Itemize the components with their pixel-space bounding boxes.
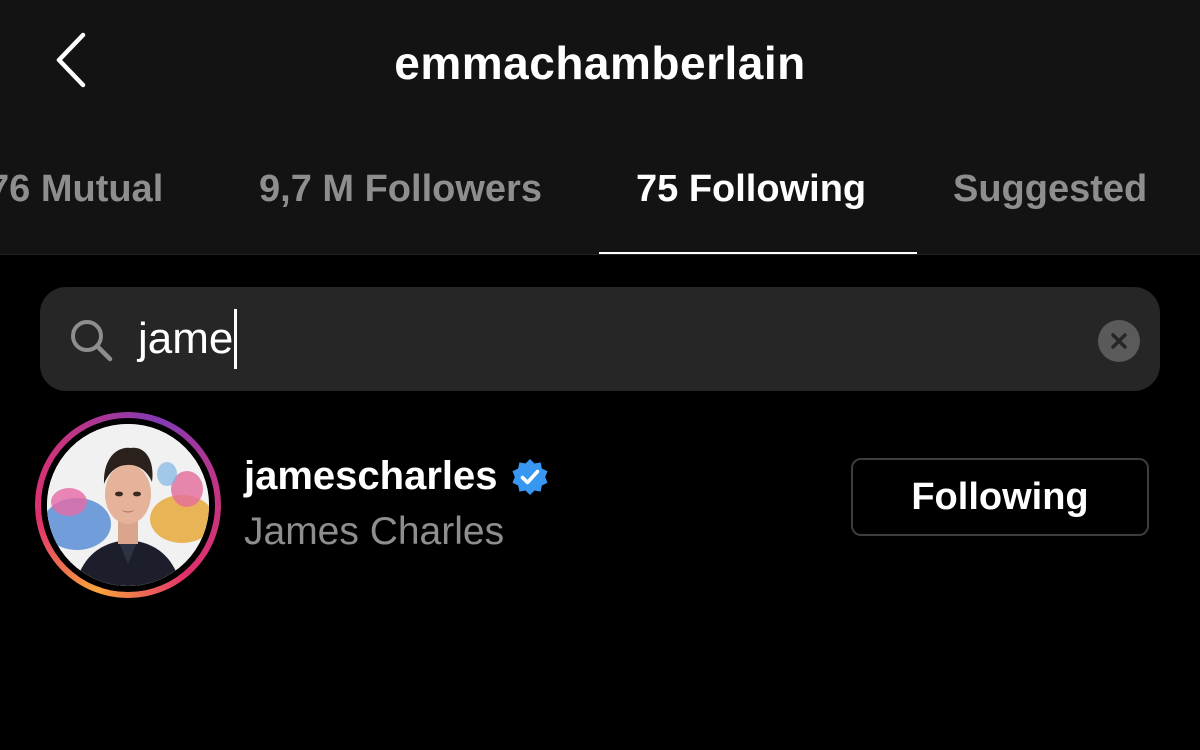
search-input-value: jame (138, 314, 234, 363)
divider (0, 254, 1200, 255)
tab-bar: 76 Mutual 9,7 M Followers 75 Following S… (0, 160, 1200, 255)
username-line: jamescharles (244, 454, 550, 499)
full-name: James Charles (244, 510, 505, 553)
avatar (47, 424, 209, 586)
tab-suggested[interactable]: Suggested (953, 168, 1147, 211)
verified-badge-icon (512, 458, 548, 495)
story-ring[interactable] (35, 412, 221, 598)
username[interactable]: jamescharles (244, 454, 498, 499)
tab-following[interactable]: 75 Following (636, 168, 866, 211)
search-input[interactable]: jame (138, 302, 238, 376)
tab-mutual[interactable]: 76 Mutual (0, 168, 163, 211)
page-title: emmachamberlain (394, 37, 806, 89)
list-item[interactable]: jamescharles James Charles Following (0, 410, 1200, 600)
clear-search-button[interactable] (1098, 320, 1140, 362)
search-icon (71, 320, 113, 362)
tab-followers[interactable]: 9,7 M Followers (259, 168, 542, 211)
text-cursor (234, 309, 238, 369)
top-bar: emmachamberlain 76 Mutual 9,7 M Follower… (0, 0, 1200, 255)
clear-icon (1111, 333, 1127, 349)
avatar-image (47, 424, 209, 586)
search-bar[interactable]: jame (40, 287, 1160, 391)
following-button[interactable]: Following (851, 458, 1149, 536)
